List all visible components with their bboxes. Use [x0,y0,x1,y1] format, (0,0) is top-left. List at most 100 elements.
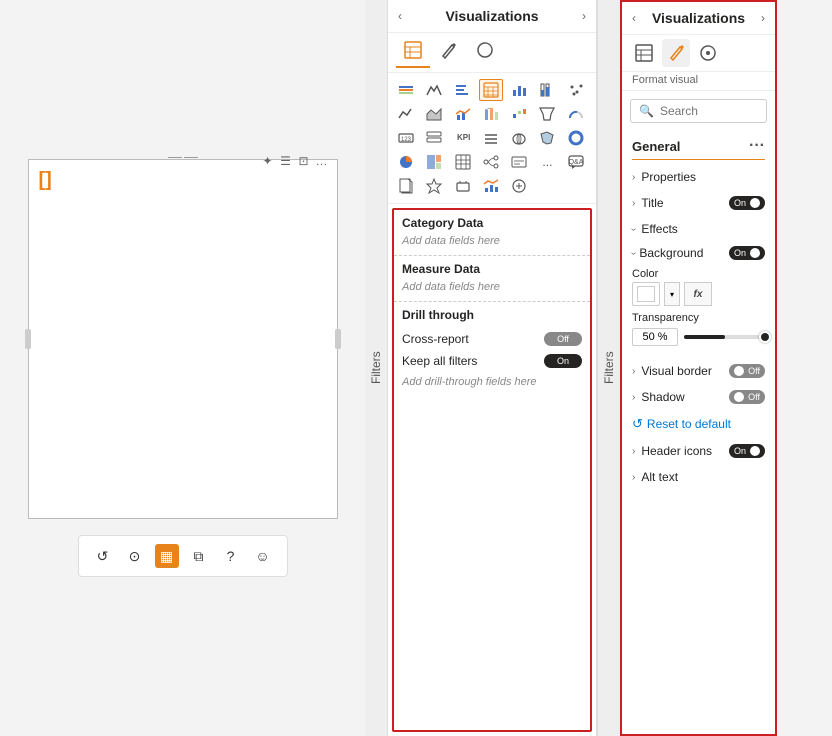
viz-icon-pie[interactable] [394,151,418,173]
tab-fields-icon[interactable] [630,39,658,67]
keep-filters-toggle[interactable]: On [544,354,582,368]
shadow-row[interactable]: › Shadow Off [622,384,775,410]
emoji-icon[interactable]: ☺ [251,544,275,568]
viz-icon-line[interactable] [394,103,418,125]
background-toggle[interactable]: On [729,246,765,260]
header-icons-toggle[interactable]: On [729,444,765,458]
viz-icon-bar-h[interactable] [451,79,475,101]
shadow-chevron: › [632,392,635,403]
viz-icon-funnel[interactable] [535,103,559,125]
viz-icon-area[interactable] [422,103,446,125]
tab-format-visual[interactable] [432,37,466,68]
alt-text-row[interactable]: › Alt text [622,464,775,490]
left-resize-handle[interactable] [25,329,31,349]
viz-icon-filled-map[interactable] [535,127,559,149]
viz-icon-metrics[interactable] [451,175,475,197]
viz-icon-mountain[interactable] [422,79,446,101]
viz-icon-multirow-card[interactable] [422,127,446,149]
viz-icon-card[interactable]: 123 [394,127,418,149]
properties-row[interactable]: › Properties [622,164,775,190]
format-scroll-area: › Properties › Title On [622,164,775,734]
tab-analytics-icon[interactable] [694,39,722,67]
viz-icon-custom[interactable] [507,175,531,197]
viz-icon-qa[interactable]: Q&A [564,151,588,173]
shadow-toggle[interactable]: Off [729,390,765,404]
general-more-icon[interactable]: ··· [749,137,765,155]
alt-text-row-label: › Alt text [632,470,678,484]
filters-label-left: Filters [365,0,387,736]
title-chevron: › [632,198,635,209]
table-icon[interactable]: ▦ [155,544,179,568]
effects-row[interactable]: › Effects [622,216,775,242]
refresh-icon[interactable]: ↺ [91,544,115,568]
viz-icon-treemap[interactable] [422,151,446,173]
category-data-drop[interactable]: Add data fields here [394,232,590,256]
main-container: ✦ ☰ ⊡ … [] ↺ ⊙ ▦ ⧉ ? ☺ Filters ‹ Visuali… [0,0,832,736]
title-row[interactable]: › Title On [622,190,775,216]
expand-icon[interactable]: ⊡ [297,154,311,168]
viz-icon-scatter[interactable] [564,79,588,101]
title-toggle-dot [750,198,760,208]
arrow-right[interactable]: › [582,9,586,23]
viz-icon-decomp-tree[interactable] [479,151,503,173]
reset-to-default-row[interactable]: ↺ Reset to default [622,410,775,438]
visual-border-toggle-dot [734,366,744,376]
drill-through-drop[interactable]: Add drill-through fields here [402,372,582,392]
header-icons-toggle-label: On [734,446,746,456]
viz-icon-bar-v[interactable] [507,79,531,101]
viz-icon-stacked-bar[interactable] [394,79,418,101]
more-icon[interactable]: … [315,154,329,168]
transparency-input[interactable] [632,328,678,346]
canvas-top-controls: ✦ ☰ ⊡ … [261,154,329,168]
format-panel-header: ‹ Visualizations › [622,2,775,35]
cross-report-toggle[interactable]: Off [544,332,582,346]
search-box: 🔍 [630,99,767,123]
viz-icon-donut[interactable] [564,127,588,149]
color-label: Color [632,264,765,282]
arrow-left[interactable]: ‹ [398,9,402,23]
transparency-slider[interactable] [684,335,765,339]
tab-analytics[interactable] [468,37,502,68]
viz-icon-combo[interactable] [451,103,475,125]
viz-icon-smart-narrative[interactable] [507,151,531,173]
drag-handle[interactable] [168,154,198,160]
color-picker-row: ▾ fx [632,282,765,306]
format-arrow-left[interactable]: ‹ [632,11,636,25]
svg-text:KPI: KPI [457,133,470,142]
focus-icon[interactable]: ⊙ [123,544,147,568]
question-icon[interactable]: ? [219,544,243,568]
visual-border-toggle[interactable]: Off [729,364,765,378]
title-toggle[interactable]: On [729,196,765,210]
viz-icon-line-bar[interactable] [479,175,503,197]
viz-icon-stacked-100[interactable] [535,79,559,101]
tab-build-visual[interactable] [396,37,430,68]
pin-icon[interactable]: ✦ [261,154,275,168]
tab-format-icon[interactable] [662,39,690,67]
search-input[interactable] [660,104,777,118]
viz-icon-matrix[interactable] [451,151,475,173]
bookmark-icon[interactable]: ⧉ [187,544,211,568]
viz-icon-more-viz[interactable]: ... [535,151,559,173]
format-visual-subtitle: Format visual [622,72,775,91]
viz-panel-title: Visualizations [445,8,538,24]
viz-icon-ribbon[interactable] [479,103,503,125]
right-resize-handle[interactable] [335,329,341,349]
general-label: General [632,139,680,154]
viz-icon-paginated[interactable] [394,175,418,197]
viz-icon-ai-insights[interactable] [422,175,446,197]
viz-icon-map[interactable] [507,127,531,149]
fx-button[interactable]: fx [684,282,712,306]
format-arrow-right[interactable]: › [761,11,765,25]
viz-icon-gauge[interactable] [564,103,588,125]
menu-icon[interactable]: ☰ [279,154,293,168]
alt-text-chevron: › [632,472,635,483]
color-swatch[interactable] [632,282,660,306]
header-icons-row[interactable]: › Header icons On [622,438,775,464]
viz-icon-table[interactable] [479,79,503,101]
viz-icon-kpi[interactable]: KPI [451,127,475,149]
viz-icon-slicer[interactable] [479,127,503,149]
visual-border-row[interactable]: › Visual border Off [622,358,775,384]
measure-data-drop[interactable]: Add data fields here [394,278,590,302]
viz-icon-waterfall[interactable] [507,103,531,125]
color-dropdown-button[interactable]: ▾ [664,282,680,306]
